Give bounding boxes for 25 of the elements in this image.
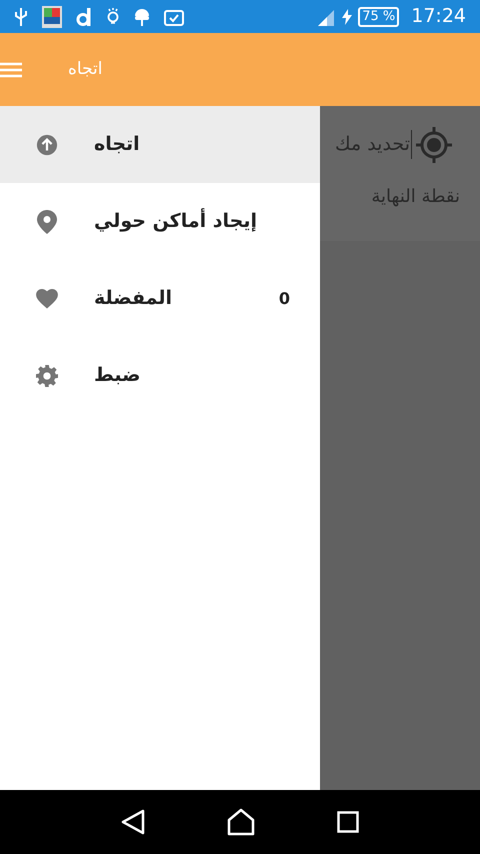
image-icon — [42, 6, 62, 28]
map-pin-icon — [37, 210, 57, 234]
clipboard-check-icon — [164, 8, 184, 26]
charging-icon — [342, 8, 352, 24]
back-icon[interactable] — [121, 809, 145, 835]
recents-icon[interactable] — [337, 811, 359, 833]
arrow-up-circle-icon — [36, 134, 58, 156]
signal-icon — [316, 8, 336, 26]
heart-icon — [36, 288, 58, 308]
clock: 17:24 — [411, 4, 466, 30]
count: 0 — [278, 288, 290, 310]
drawer-item[interactable]: اتجاه — [0, 106, 320, 183]
battery-level: 75 % — [358, 6, 400, 26]
home-icon[interactable] — [227, 808, 255, 836]
usb-icon — [14, 6, 28, 26]
toolbar-title: اتجاه — [68, 58, 103, 81]
drawer-item-label: اتجاه — [94, 132, 140, 158]
lightbulb-icon — [106, 6, 120, 26]
location-target-icon[interactable] — [414, 124, 454, 164]
drawer-item-label: إيجاد أماكن حولي — [94, 207, 257, 234]
gear-icon — [36, 364, 58, 386]
app-logo-icon — [76, 8, 92, 26]
drawer-item-label: ضبط — [94, 363, 140, 388]
drawer-item-label: المفضلة — [94, 286, 172, 312]
menu-icon — [0, 62, 22, 78]
